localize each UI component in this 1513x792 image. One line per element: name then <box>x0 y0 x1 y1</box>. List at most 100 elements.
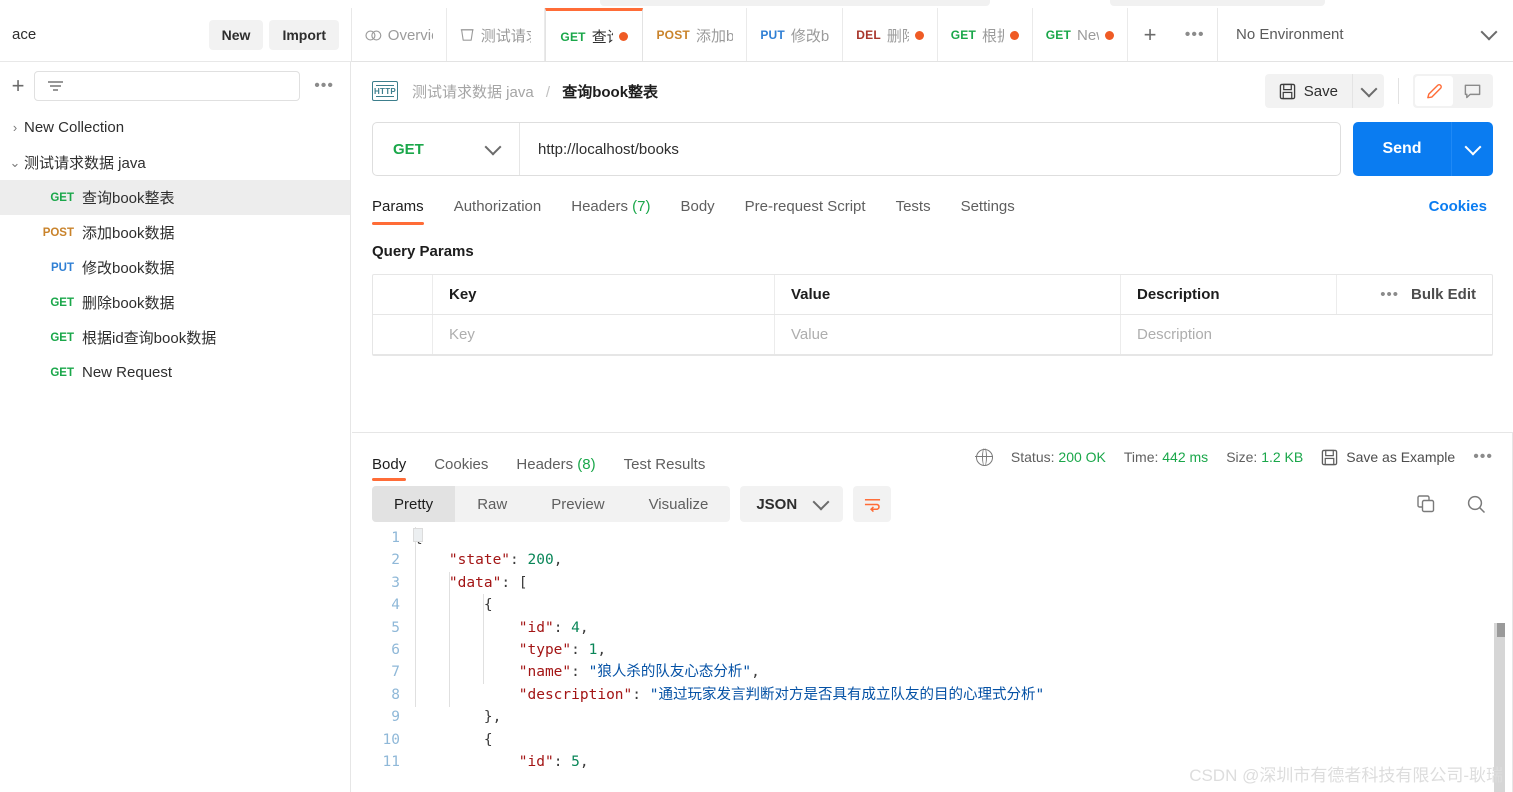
code-token: , <box>751 664 760 681</box>
search-icon[interactable] <box>1466 494 1487 515</box>
response-body-viewer[interactable]: 1 2 3 4 5 6 7 8 9 10 11 { "state": 200, "data": [ … <box>352 527 1513 792</box>
request-tab-headers[interactable]: Headers (7) <box>556 198 665 225</box>
sidebar-more-icon[interactable]: ••• <box>308 77 340 95</box>
new-tab-button[interactable]: + <box>1128 8 1173 61</box>
postman-window: ace New Import Overvie测试请求GET查询POST添加boP… <box>0 0 1513 792</box>
view-mode-preview[interactable]: Preview <box>529 486 626 522</box>
table-row: Key Value Description <box>373 315 1492 355</box>
response-more-icon[interactable]: ••• <box>1473 448 1493 466</box>
filter-input[interactable] <box>34 71 301 101</box>
view-mode-visualize[interactable]: Visualize <box>627 486 731 522</box>
chevron-down-icon[interactable]: ⌄ <box>6 155 24 171</box>
request-tab-params[interactable]: Params <box>372 198 439 225</box>
tab-get-item-6[interactable]: GET 根据 <box>938 8 1033 61</box>
copy-icon[interactable] <box>1416 494 1436 514</box>
collection-name: New Collection <box>24 119 125 136</box>
bulk-edit-button[interactable]: Bulk Edit <box>1411 286 1476 303</box>
code-token: "name" <box>518 664 572 681</box>
line-number-gutter: 1 2 3 4 5 6 7 8 9 10 11 <box>352 527 414 773</box>
scrollbar-thumb[interactable] <box>1497 623 1505 637</box>
request-name: 删除book数据 <box>82 295 175 312</box>
sidebar-request-0[interactable]: GET 查询book整表 <box>0 180 350 215</box>
edit-mode-button[interactable] <box>1415 76 1453 106</box>
sidebar-request-2[interactable]: PUT 修改book数据 <box>0 250 350 285</box>
select-all-cell[interactable] <box>373 275 433 314</box>
request-tab-label: Pre-request Script <box>744 198 866 215</box>
response-tab-cookies[interactable]: Cookies <box>420 456 502 481</box>
response-body-code[interactable]: { "state": 200, "data": [ { "id": 4, "ty… <box>413 527 1513 773</box>
param-value-input[interactable]: Value <box>775 315 1121 354</box>
tab-item-0[interactable]: Overvie <box>352 8 448 61</box>
row-checkbox-cell[interactable] <box>373 315 433 354</box>
view-mode-pretty[interactable]: Pretty <box>372 486 456 522</box>
sidebar-request-3[interactable]: GET 删除book数据 <box>0 285 350 320</box>
tab-method-label: GET <box>560 29 586 44</box>
comment-button[interactable] <box>1453 76 1491 106</box>
chevron-right-icon[interactable]: › <box>6 120 24 135</box>
code-token: , <box>597 641 607 658</box>
line-number: 3 <box>391 574 400 591</box>
tabs-more-icon[interactable]: ••• <box>1172 8 1217 61</box>
save-button[interactable]: Save <box>1264 74 1352 108</box>
response-tab-test-results[interactable]: Test Results <box>610 456 720 481</box>
request-tab-label: Tests <box>895 198 931 215</box>
code-token: 4 <box>571 619 580 636</box>
toolbar-divider <box>1398 78 1399 104</box>
fold-toggle[interactable] <box>413 528 423 542</box>
collection-row-1[interactable]: ⌄ 测试请求数据 java <box>0 145 350 180</box>
plus-icon[interactable]: + <box>10 73 26 99</box>
sidebar-request-4[interactable]: GET 根据id查询book数据 <box>0 320 350 355</box>
save-as-example-button[interactable]: Save as Example <box>1321 449 1455 466</box>
response-tab-headers[interactable]: Headers (8) <box>502 456 609 481</box>
tab-get-item-7[interactable]: GET New <box>1033 8 1128 61</box>
line-number: 5 <box>391 619 400 636</box>
params-more-icon[interactable]: ••• <box>1380 286 1399 303</box>
vertical-scrollbar[interactable] <box>1494 623 1505 792</box>
status-value: 200 OK <box>1058 449 1106 465</box>
tab-item-1[interactable]: 测试请求 <box>447 8 546 61</box>
code-token: : <box>571 664 589 681</box>
import-button[interactable]: Import <box>269 19 339 50</box>
request-name: 根据id查询book数据 <box>82 330 217 347</box>
tab-get-item-2[interactable]: GET 查询 <box>545 8 644 61</box>
sidebar-request-1[interactable]: POST 添加book数据 <box>0 215 350 250</box>
param-description-input[interactable]: Description <box>1121 315 1492 354</box>
method-selector[interactable]: GET <box>373 123 520 175</box>
cookies-link[interactable]: Cookies <box>1429 198 1487 215</box>
request-tab-label: Authorization <box>453 198 542 215</box>
breadcrumb-collection[interactable]: 测试请求数据 java <box>412 84 534 101</box>
view-mode-raw[interactable]: Raw <box>455 486 529 522</box>
language-selector[interactable]: JSON <box>740 486 844 522</box>
code-token: , <box>553 552 563 569</box>
send-options-button[interactable] <box>1451 122 1493 176</box>
tab-post-item-3[interactable]: POST 添加bo <box>643 8 748 61</box>
send-button[interactable]: Send <box>1353 122 1451 176</box>
new-button[interactable]: New <box>208 19 264 50</box>
response-tab-body[interactable]: Body <box>372 456 420 481</box>
view-mode-segmented: Pretty Raw Preview Visualize <box>372 486 731 522</box>
request-tab-authorization[interactable]: Authorization <box>439 198 557 225</box>
code-line: "data": [ <box>414 572 1513 594</box>
collection-row-0[interactable]: › New Collection <box>0 110 350 145</box>
param-key-input[interactable]: Key <box>433 315 775 354</box>
word-wrap-icon <box>864 498 880 512</box>
code-token: "type" <box>518 641 572 658</box>
request-tab-pre-request-script[interactable]: Pre-request Script <box>730 198 881 225</box>
line-number: 10 <box>382 731 400 748</box>
request-tab-body[interactable]: Body <box>665 198 729 225</box>
breadcrumb: 测试请求数据 java / 查询book整表 <box>412 81 658 102</box>
request-tab-label: Settings <box>960 198 1015 215</box>
environment-selector[interactable]: No Environment <box>1217 8 1513 62</box>
save-options-button[interactable] <box>1352 74 1384 108</box>
tab-label: Overvie <box>387 26 434 44</box>
tab-put-item-4[interactable]: PUT 修改bo <box>747 8 844 61</box>
request-tab-settings[interactable]: Settings <box>946 198 1030 225</box>
sidebar-request-5[interactable]: GET New Request <box>0 355 350 390</box>
save-as-example-label: Save as Example <box>1346 449 1456 465</box>
word-wrap-button[interactable] <box>853 486 892 522</box>
collection-name: 测试请求数据 java <box>24 155 146 172</box>
request-tab-tests[interactable]: Tests <box>881 198 946 225</box>
url-input[interactable] <box>520 123 1340 175</box>
code-token: "狼人杀的队友心态分析" <box>588 664 752 681</box>
tab-del-item-5[interactable]: DEL 删除 <box>843 8 938 61</box>
